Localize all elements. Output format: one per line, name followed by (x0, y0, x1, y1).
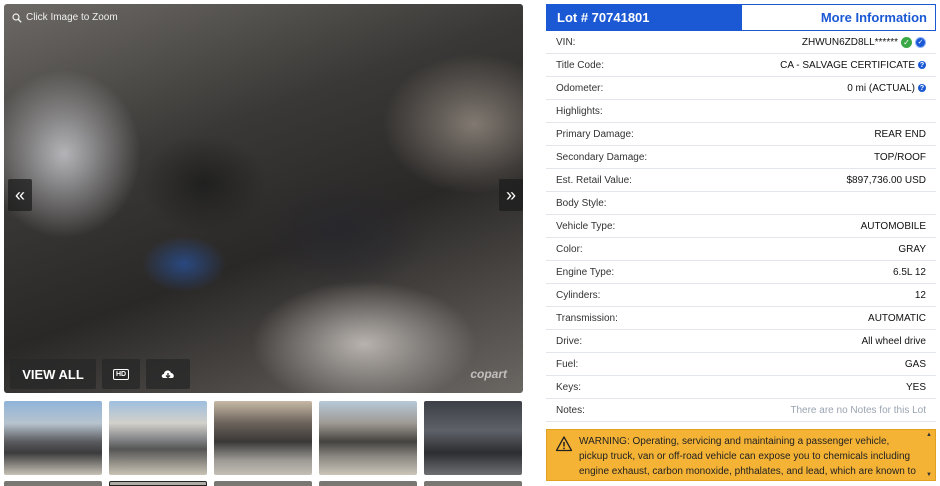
thumbnail[interactable] (214, 481, 312, 486)
detail-label: VIN: (556, 36, 576, 48)
detail-value: ZHWUN6ZD8LL****** ✓ ✓ (801, 36, 926, 48)
title-code-value: CA - SALVAGE CERTIFICATE (780, 59, 915, 71)
detail-label: Keys: (556, 381, 582, 393)
thumbnail[interactable] (319, 401, 417, 475)
detail-label: Primary Damage: (556, 128, 634, 140)
detail-label: Fuel: (556, 358, 579, 370)
scroll-down-icon[interactable]: ▼ (926, 472, 932, 478)
hd-icon: HD (112, 368, 130, 380)
lot-page: Click Image to Zoom « » VIEW ALL HD copa… (0, 0, 940, 486)
detail-row-retail-value: Est. Retail Value: $897,736.00 USD (546, 169, 936, 192)
thumbnail[interactable] (4, 481, 102, 486)
detail-value: CA - SALVAGE CERTIFICATE ? (780, 60, 926, 71)
zoom-icon (12, 12, 22, 23)
detail-row-primary-damage: Primary Damage: REAR END (546, 123, 936, 146)
prop65-warning: WARNING: Operating, servicing and mainta… (546, 429, 936, 481)
detail-label: Secondary Damage: (556, 151, 648, 163)
detail-value: GAS (904, 358, 926, 370)
shield-check-icon[interactable]: ✓ (915, 36, 926, 48)
hd-button[interactable]: HD (102, 359, 140, 389)
lot-details-panel: Lot # 70741801 More Information VIN: ZHW… (546, 4, 936, 486)
detail-value: 6.5L 12 (893, 266, 926, 278)
warning-scrollbar[interactable]: ▲ ▼ (926, 432, 932, 478)
thumbnail[interactable] (319, 481, 417, 486)
chevron-left-icon: « (14, 184, 25, 205)
detail-label: Cylinders: (556, 289, 601, 301)
thumbnail-strip (4, 401, 523, 486)
lot-header: Lot # 70741801 More Information (546, 4, 936, 31)
detail-row-title-code: Title Code: CA - SALVAGE CERTIFICATE ? (546, 54, 936, 77)
view-all-button[interactable]: VIEW ALL (10, 359, 96, 389)
detail-label: Odometer: (556, 82, 604, 94)
chevron-right-icon: » (505, 184, 516, 205)
odometer-value: 0 mi (ACTUAL) (847, 82, 915, 94)
detail-row-highlights: Highlights: (546, 100, 936, 123)
thumbnail-selected[interactable] (109, 481, 207, 486)
detail-row-color: Color: GRAY (546, 238, 936, 261)
detail-value: AUTOMATIC (868, 312, 926, 324)
detail-value: GRAY (898, 243, 926, 255)
check-verified-icon[interactable]: ✓ (901, 36, 912, 48)
thumbnail[interactable] (214, 401, 312, 475)
detail-label: Transmission: (556, 312, 618, 324)
detail-label: Notes: (556, 404, 585, 416)
detail-row-body-style: Body Style: (546, 192, 936, 215)
detail-label: Est. Retail Value: (556, 174, 632, 186)
help-icon[interactable]: ? (918, 84, 926, 92)
detail-row-engine-type: Engine Type: 6.5L 12 (546, 261, 936, 284)
lot-details-table: VIN: ZHWUN6ZD8LL****** ✓ ✓ Title Code: C… (546, 31, 936, 422)
detail-row-fuel: Fuel: GAS (546, 353, 936, 376)
photo-toolbar: VIEW ALL HD (10, 359, 190, 389)
zoom-hint-label: Click Image to Zoom (26, 12, 118, 23)
thumbnail[interactable] (424, 401, 522, 475)
help-icon[interactable]: ? (918, 61, 926, 69)
main-vehicle-photo[interactable]: Click Image to Zoom « » VIEW ALL HD copa… (4, 4, 523, 393)
detail-value: AUTOMOBILE (860, 220, 926, 232)
thumbnail[interactable] (109, 401, 207, 475)
detail-row-vin: VIN: ZHWUN6ZD8LL****** ✓ ✓ (546, 31, 936, 54)
detail-row-transmission: Transmission: AUTOMATIC (546, 307, 936, 330)
more-information-tab[interactable]: More Information (742, 5, 935, 30)
detail-label: Color: (556, 243, 583, 255)
prev-photo-button[interactable]: « (8, 179, 32, 211)
detail-label: Drive: (556, 335, 583, 347)
thumbnail[interactable] (4, 401, 102, 475)
zoom-hint: Click Image to Zoom (12, 12, 118, 23)
thumbnail[interactable] (424, 481, 522, 486)
detail-label: Vehicle Type: (556, 220, 616, 232)
detail-row-secondary-damage: Secondary Damage: TOP/ROOF (546, 146, 936, 169)
cloud-download-icon (161, 370, 174, 379)
download-button[interactable] (146, 359, 190, 389)
watermark-logo: copart (470, 367, 507, 381)
detail-value: $897,736.00 USD (846, 174, 926, 186)
detail-row-cylinders: Cylinders: 12 (546, 284, 936, 307)
detail-row-drive: Drive: All wheel drive (546, 330, 936, 353)
detail-value: 12 (914, 289, 926, 301)
detail-label: Body Style: (556, 197, 607, 209)
scroll-up-icon[interactable]: ▲ (926, 432, 932, 438)
warning-text: WARNING: Operating, servicing and mainta… (579, 436, 916, 477)
detail-row-notes: Notes: There are no Notes for this Lot (546, 399, 936, 422)
vin-value: ZHWUN6ZD8LL****** (801, 36, 898, 48)
detail-row-keys: Keys: YES (546, 376, 936, 399)
detail-label: Title Code: (556, 59, 604, 71)
detail-value: TOP/ROOF (873, 151, 926, 163)
detail-row-odometer: Odometer: 0 mi (ACTUAL) ? (546, 77, 936, 100)
detail-value: REAR END (874, 128, 926, 140)
thumbnail-strip-row-2 (4, 481, 523, 486)
detail-value: There are no Notes for this Lot (790, 404, 926, 416)
next-photo-button[interactable]: » (499, 179, 523, 211)
warning-triangle-icon (555, 436, 573, 452)
detail-value: All wheel drive (861, 335, 926, 347)
detail-row-vehicle-type: Vehicle Type: AUTOMOBILE (546, 215, 936, 238)
detail-value: YES (905, 381, 926, 393)
lot-number: Lot # 70741801 (547, 5, 742, 30)
detail-label: Highlights: (556, 105, 603, 117)
detail-value: 0 mi (ACTUAL) ? (847, 83, 926, 94)
detail-label: Engine Type: (556, 266, 615, 278)
